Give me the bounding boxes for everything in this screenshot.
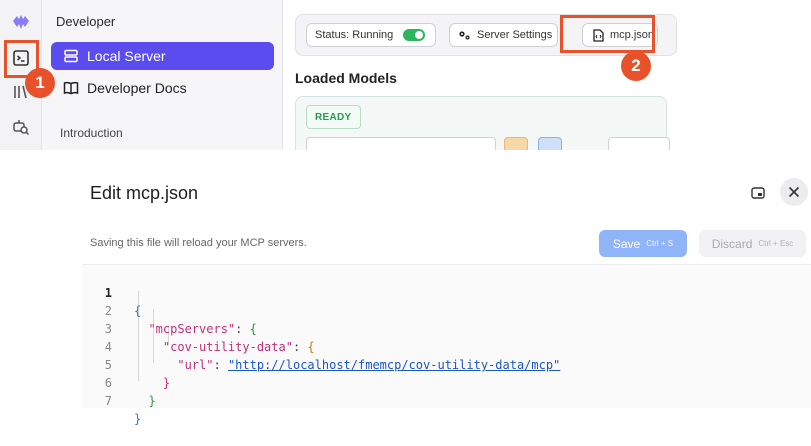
server-settings-button[interactable]: Server Settings [449, 23, 558, 47]
dialog-title: Edit mcp.json [90, 183, 199, 203]
close-button[interactable] [780, 178, 808, 206]
status-label: Status: Running [315, 29, 394, 41]
app-window-top: Developer Local Server Developer Docs In… [0, 0, 811, 150]
model-tag-badge [504, 137, 528, 150]
code-token: } [148, 394, 156, 408]
line-number: 7 [104, 394, 112, 408]
discard-shortcut: Ctrl + Esc [758, 239, 794, 248]
code-line: 3 "cov-utility-data": { [82, 302, 811, 354]
save-button[interactable]: Save Ctrl + S [599, 230, 687, 257]
sidebar-item-introduction[interactable]: Introduction [60, 126, 123, 140]
gears-icon [458, 30, 471, 41]
app-logo-icon[interactable] [11, 12, 31, 32]
model-search-icon[interactable] [11, 117, 31, 137]
running-toggle[interactable] [403, 29, 426, 41]
code-line: 5 } [82, 338, 811, 390]
code-line: 6 } [82, 356, 811, 408]
server-settings-label: Server Settings [477, 29, 553, 41]
sidebar-item-local-server[interactable]: Local Server [51, 42, 274, 70]
status-toggle-pill[interactable]: Status: Running [306, 23, 436, 47]
loaded-model-card[interactable]: READY [295, 96, 670, 150]
code-line: 2 "mcpServers": { [82, 284, 811, 336]
discard-button[interactable]: Discard Ctrl + Esc [699, 230, 806, 257]
save-shortcut: Ctrl + S [646, 239, 674, 248]
callout-badge-1: 1 [25, 68, 55, 98]
code-line: 4 "url": "http://localhost/fmemcp/cov-ut… [82, 320, 811, 372]
sidebar-item-developer-docs[interactable]: Developer Docs [51, 74, 274, 102]
server-icon [63, 48, 79, 64]
code-editor[interactable]: 1 { 2 "mcpServers": { 3 "cov-utility-dat… [82, 264, 811, 426]
edit-mcp-json-dialog: Edit mcp.json Saving this file will relo… [0, 150, 811, 426]
developer-sidebar: Developer Local Server Developer Docs In… [42, 0, 283, 150]
code-line: 1 { [82, 266, 811, 318]
sidebar-item-label: Developer Docs [87, 80, 187, 96]
ready-badge: READY [306, 105, 361, 129]
code-line: 7 } [82, 374, 811, 426]
callout-badge-2: 2 [621, 51, 651, 81]
book-icon [63, 80, 79, 96]
open-in-window-icon[interactable] [748, 183, 768, 203]
dialog-subtitle: Saving this file will reload your MCP se… [90, 237, 307, 249]
loaded-models-title: Loaded Models [295, 70, 397, 86]
model-identifier-field[interactable] [306, 137, 496, 150]
code-token: } [134, 412, 142, 426]
model-action-button[interactable] [608, 137, 670, 150]
model-tag-badge [538, 137, 562, 150]
save-label: Save [612, 236, 641, 251]
sidebar-section-title: Developer [56, 14, 116, 29]
server-main-panel: Status: Running Server Settings mcp.json… [283, 0, 811, 150]
discard-label: Discard [711, 236, 753, 251]
highlight-box-mcp-json [560, 15, 655, 53]
sidebar-item-label: Local Server [87, 48, 166, 64]
close-icon [788, 186, 800, 198]
